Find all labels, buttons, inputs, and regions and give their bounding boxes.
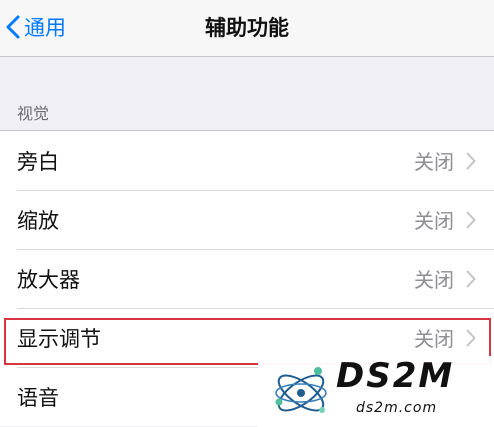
chevron-right-icon [466, 329, 476, 346]
list-item-magnifier[interactable]: 放大器 关闭 [0, 249, 494, 308]
section-header-vision: 视觉 [17, 104, 50, 123]
list-item-zoom[interactable]: 缩放 关闭 [0, 190, 494, 249]
list-item-label: 旁白 [17, 149, 59, 174]
watermark-url: ds2m.com [356, 400, 438, 416]
list-item-label: 放大器 [17, 267, 80, 292]
list-item-value: 关闭 [414, 150, 454, 174]
list-item-voiceover[interactable]: 旁白 关闭 [0, 131, 494, 190]
chevron-right-icon [466, 152, 476, 169]
watermark: DS2M ds2m.com [258, 356, 494, 427]
list-item-value: 关闭 [414, 268, 454, 292]
list-item-value: 关闭 [414, 327, 454, 351]
chevron-right-icon [466, 211, 476, 228]
chevron-right-icon [466, 270, 476, 287]
navigation-bar: 通用 辅助功能 [0, 0, 494, 57]
page-title: 辅助功能 [205, 16, 289, 40]
atom-logo-icon [275, 367, 327, 413]
watermark-brand: DS2M [336, 356, 455, 396]
settings-screen: 通用 辅助功能 视觉 旁白 关闭 缩放 关闭 放大器 关闭 显示调节 关闭 语音… [0, 0, 494, 427]
list-item-label: 缩放 [17, 208, 59, 233]
list-item-label: 显示调节 [17, 326, 101, 351]
list-item-value: 关闭 [414, 209, 454, 233]
